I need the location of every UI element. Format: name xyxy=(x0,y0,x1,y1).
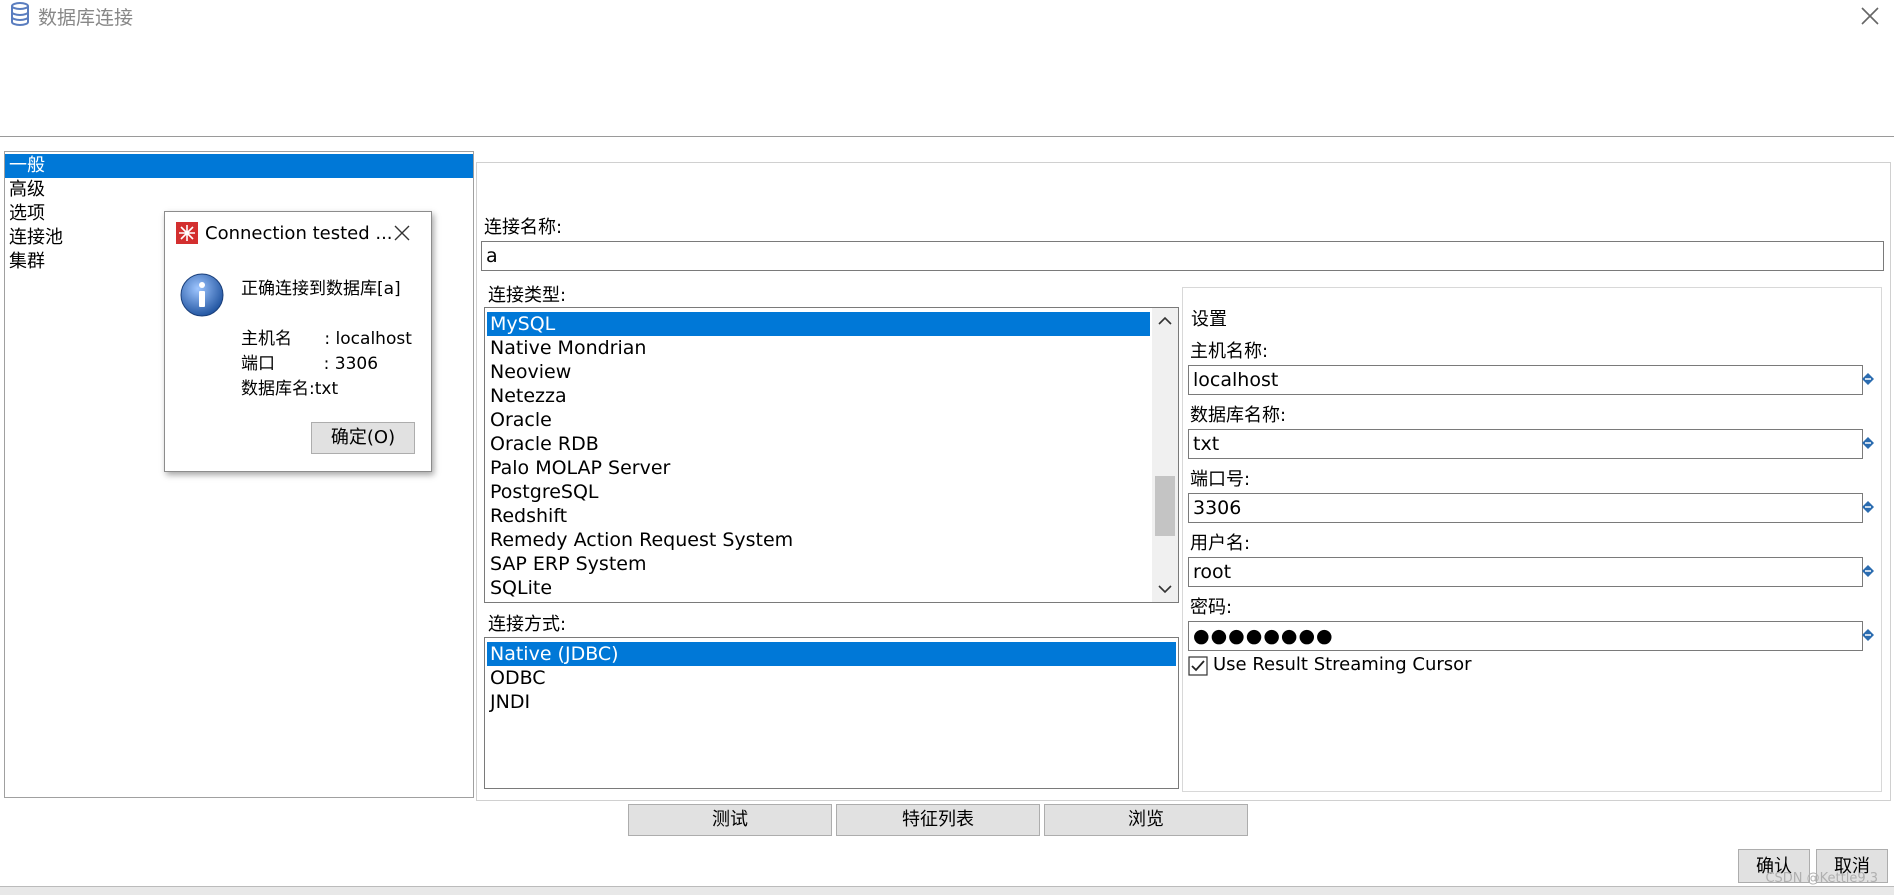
list-item[interactable]: SAP ERP System xyxy=(487,552,646,576)
connection-type-label: 连接类型: xyxy=(488,285,567,306)
list-item[interactable]: Redshift xyxy=(487,504,567,528)
variable-icon[interactable] xyxy=(1862,501,1874,513)
close-icon[interactable] xyxy=(1856,2,1884,30)
connection-type-scrollbar[interactable] xyxy=(1152,308,1178,602)
chevron-up-icon[interactable] xyxy=(1158,316,1172,326)
access-method-list[interactable]: Native (JDBC) ODBC JNDI xyxy=(484,637,1179,789)
explore-button[interactable]: 浏览 xyxy=(1044,804,1248,836)
dialog-db-line: 数据库名:txt xyxy=(241,379,339,399)
variable-icon[interactable] xyxy=(1862,629,1874,641)
password-label: 密码: xyxy=(1190,597,1233,618)
username-input[interactable]: root xyxy=(1188,557,1863,587)
list-item[interactable]: ODBC xyxy=(487,666,546,690)
watermark: CSDN @Kettle9.3 xyxy=(1765,871,1878,886)
dialog-ok-button[interactable]: 确定(O) xyxy=(311,422,415,454)
database-name-input[interactable]: txt xyxy=(1188,429,1863,459)
list-item[interactable]: Palo MOLAP Server xyxy=(487,456,670,480)
list-item[interactable]: Native Mondrian xyxy=(487,336,646,360)
list-item[interactable]: SQLite xyxy=(487,576,552,600)
close-icon[interactable] xyxy=(393,224,411,242)
dialog-port-line: 端口 : 3306 xyxy=(241,354,379,374)
access-label: 连接方式: xyxy=(488,614,567,635)
window-title: 数据库连接 xyxy=(38,7,134,29)
port-label: 端口号: xyxy=(1190,469,1251,490)
user-label: 用户名: xyxy=(1190,533,1251,554)
dialog-message: 正确连接到数据库[a] xyxy=(241,279,401,299)
list-item[interactable]: Oracle xyxy=(487,408,552,432)
nav-item-general[interactable]: 一般 xyxy=(5,154,473,178)
nav-item-advanced[interactable]: 高级 xyxy=(5,178,473,202)
app-icon xyxy=(176,222,198,244)
connection-name-label: 连接名称: xyxy=(484,217,563,238)
host-input[interactable]: localhost xyxy=(1188,365,1863,395)
streaming-checkbox[interactable] xyxy=(1188,656,1208,676)
list-item[interactable]: Neoview xyxy=(487,360,571,384)
info-icon xyxy=(180,273,224,317)
variable-icon[interactable] xyxy=(1862,437,1874,449)
dialog-host-line: 主机名 : localhost xyxy=(241,329,412,349)
db-label: 数据库名称: xyxy=(1190,405,1287,426)
connection-name-input[interactable]: a xyxy=(481,241,1884,271)
list-item[interactable]: Remedy Action Request System xyxy=(487,528,793,552)
connection-type-list[interactable]: MySQL Native Mondrian Neoview Netezza Or… xyxy=(484,307,1179,603)
streaming-label[interactable]: Use Result Streaming Cursor xyxy=(1213,654,1472,675)
variable-icon[interactable] xyxy=(1862,373,1874,385)
variable-icon[interactable] xyxy=(1862,565,1874,577)
settings-title: 设置 xyxy=(1191,309,1227,330)
list-item[interactable]: Oracle RDB xyxy=(487,432,599,456)
database-icon xyxy=(11,2,29,26)
host-label: 主机名称: xyxy=(1190,341,1269,362)
scrollbar-thumb[interactable] xyxy=(1155,476,1175,536)
dialog-title: Connection tested ... xyxy=(205,223,393,244)
password-input[interactable]: ●●●●●●●● xyxy=(1188,621,1863,651)
chevron-down-icon[interactable] xyxy=(1158,584,1172,594)
list-item[interactable]: MySQL xyxy=(487,312,1150,336)
connection-tested-dialog: Connection tested ... 正确连接到数据库[a] 主机名 : … xyxy=(164,211,432,472)
list-item[interactable]: JNDI xyxy=(487,690,530,714)
feature-list-button[interactable]: 特征列表 xyxy=(836,804,1040,836)
port-input[interactable]: 3306 xyxy=(1188,493,1863,523)
settings-panel xyxy=(1182,287,1882,792)
list-item[interactable]: Netezza xyxy=(487,384,567,408)
title-divider xyxy=(0,136,1894,137)
list-item[interactable]: Native (JDBC) xyxy=(487,642,1176,666)
list-item[interactable]: PostgreSQL xyxy=(487,480,599,504)
test-button[interactable]: 测试 xyxy=(628,804,832,836)
